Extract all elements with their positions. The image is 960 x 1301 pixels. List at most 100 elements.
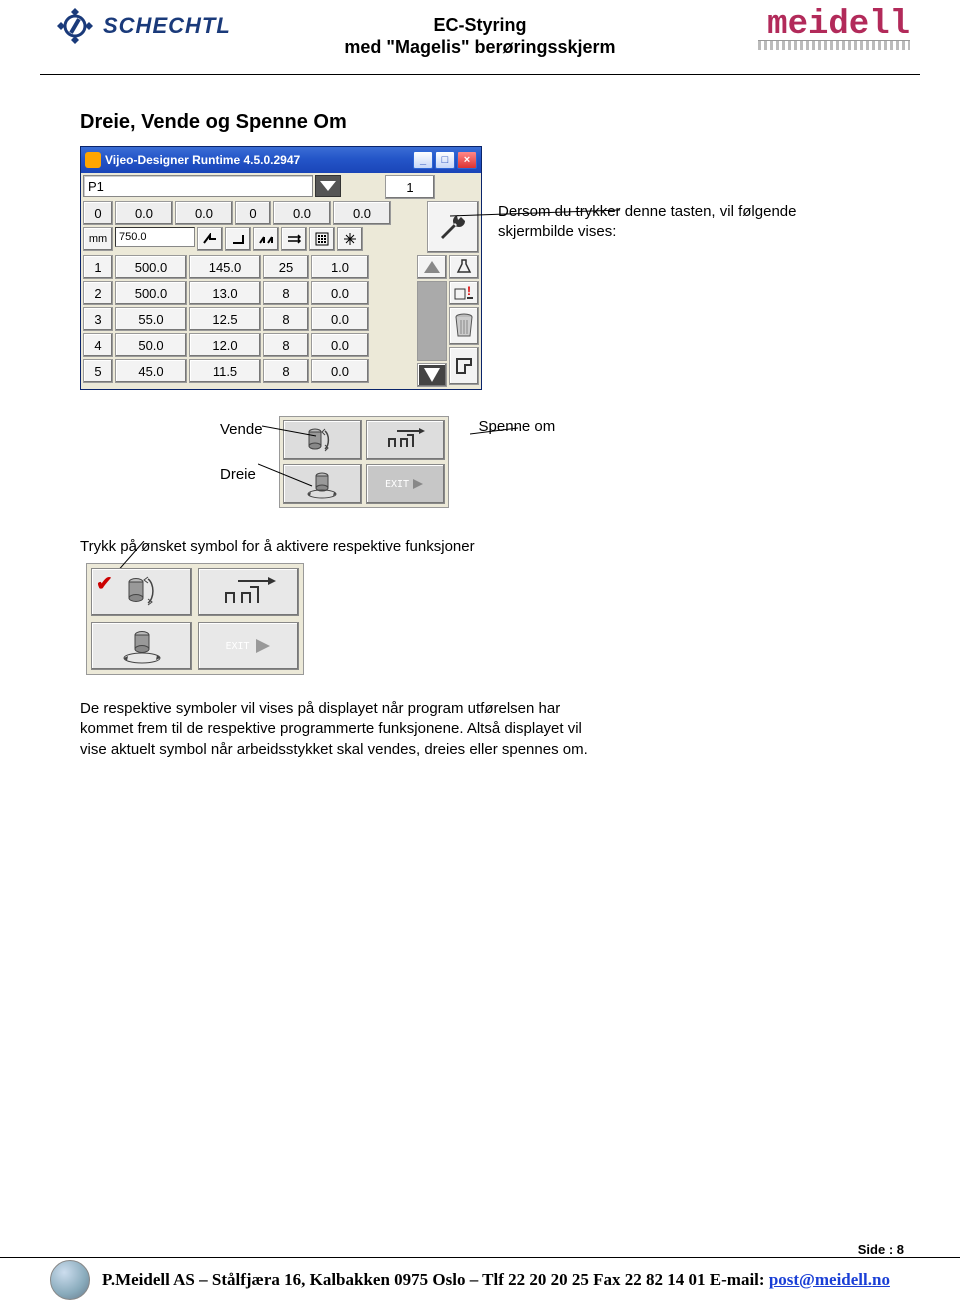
alert-icon: ! xyxy=(453,285,475,301)
hdr-cell: 0.0 xyxy=(175,201,233,225)
tool-btn[interactable] xyxy=(281,227,307,251)
data-cell[interactable]: 55.0 xyxy=(115,307,187,331)
step-arrow-icon xyxy=(385,427,425,453)
close-button[interactable]: × xyxy=(457,151,477,169)
data-cell[interactable]: 12.5 xyxy=(189,307,261,331)
spenne-label: Spenne om xyxy=(479,418,556,435)
dreie-button-large[interactable] xyxy=(91,622,192,670)
titlebar: Vijeo-Designer Runtime 4.5.0.2947 _ □ × xyxy=(81,147,481,173)
exit-arrow-icon xyxy=(411,477,425,491)
hdr-cell: 0 xyxy=(235,201,271,225)
vende-button[interactable] xyxy=(283,420,362,460)
data-cell[interactable]: 8 xyxy=(263,333,309,357)
spenne-button[interactable] xyxy=(366,420,445,460)
dreie-button[interactable] xyxy=(283,464,362,504)
tool-btn[interactable] xyxy=(225,227,251,251)
mm-input[interactable]: 750.0 xyxy=(115,227,195,247)
hdr-cell: 0.0 xyxy=(115,201,173,225)
data-cell[interactable]: 0.0 xyxy=(311,307,369,331)
data-cell[interactable]: 45.0 xyxy=(115,359,187,383)
data-cell[interactable]: 8 xyxy=(263,359,309,383)
footer-text: P.Meidell AS – Stålfjæra 16, Kalbakken 0… xyxy=(102,1270,890,1290)
angle-icon xyxy=(231,233,245,245)
data-cell[interactable]: 50.0 xyxy=(115,333,187,357)
titlebar-text: Vijeo-Designer Runtime 4.5.0.2947 xyxy=(105,153,411,167)
data-cell[interactable]: 500.0 xyxy=(115,255,187,279)
minimize-button[interactable]: _ xyxy=(413,151,433,169)
program-name-value: P1 xyxy=(88,179,104,194)
vende-button-large[interactable]: ✔ xyxy=(91,568,192,616)
wrench-button[interactable] xyxy=(427,201,479,253)
data-cell[interactable]: 0.0 xyxy=(311,281,369,305)
right-brand-text: meidell xyxy=(767,6,910,44)
content-area: Dreie, Vende og Spenne Om Vijeo-Designer… xyxy=(0,75,960,760)
side-icon-trash[interactable] xyxy=(449,307,479,345)
side-icon-alert[interactable]: ! xyxy=(449,281,479,305)
data-cell[interactable]: 0.0 xyxy=(311,359,369,383)
app-icon xyxy=(85,152,101,168)
vende-label: Vende xyxy=(220,416,263,443)
program-name-input[interactable]: P1 xyxy=(83,175,313,197)
mm-label: mm xyxy=(83,227,113,251)
tool-btn[interactable] xyxy=(309,227,335,251)
row-num: 4 xyxy=(83,333,113,357)
trash-icon xyxy=(453,312,475,340)
exit-label: EXIT xyxy=(225,641,249,652)
scroll-down[interactable] xyxy=(417,363,447,387)
data-cell[interactable]: 500.0 xyxy=(115,281,187,305)
counter-value: 1 xyxy=(406,180,413,195)
section-heading: Dreie, Vende og Spenne Om xyxy=(80,111,880,134)
counter-display: 1 xyxy=(385,175,435,199)
calculator-icon xyxy=(315,232,329,246)
tool-btn[interactable] xyxy=(253,227,279,251)
dreie-label: Dreie xyxy=(220,461,263,488)
scroll-up[interactable] xyxy=(417,255,447,279)
dropdown-toggle[interactable] xyxy=(315,175,341,197)
page-header: SCHECHTL EC-Styring med "Magelis" berøri… xyxy=(40,0,920,75)
row-num: 5 xyxy=(83,359,113,383)
spenne-button-large[interactable] xyxy=(198,568,299,616)
wrench-icon xyxy=(435,209,471,245)
data-cell[interactable]: 11.5 xyxy=(189,359,261,383)
cylinder-rotate-icon xyxy=(119,626,165,666)
data-cell[interactable]: 13.0 xyxy=(189,281,261,305)
hdr-cell: 0.0 xyxy=(333,201,391,225)
mm-value: 750.0 xyxy=(119,231,147,243)
checkmark-icon: ✔ xyxy=(96,571,113,596)
step-arrow-icon xyxy=(222,575,276,609)
row-num: 2 xyxy=(83,281,113,305)
exit-arrow-icon xyxy=(254,637,272,655)
footer-email-link[interactable]: post@meidell.no xyxy=(769,1270,890,1289)
side-icon-flask[interactable] xyxy=(449,255,479,279)
shape-icon xyxy=(453,355,475,377)
tool-btn[interactable] xyxy=(337,227,363,251)
chevron-down-icon xyxy=(320,181,336,191)
data-cell[interactable]: 8 xyxy=(263,307,309,331)
hdr-cell: 0.0 xyxy=(273,201,331,225)
exit-label: EXIT xyxy=(385,479,409,490)
mgf-emblem-icon xyxy=(50,1260,90,1300)
maximize-button[interactable]: □ xyxy=(435,151,455,169)
data-cell[interactable]: 8 xyxy=(263,281,309,305)
data-cell[interactable]: 25 xyxy=(263,255,309,279)
exit-button-large[interactable]: EXIT xyxy=(198,622,299,670)
data-cell[interactable]: 1.0 xyxy=(311,255,369,279)
data-cell[interactable]: 0.0 xyxy=(311,333,369,357)
window-body: P1 1 0 0.0 0.0 0 0.0 0.0 xyxy=(81,173,481,389)
tool-btn[interactable] xyxy=(197,227,223,251)
data-cell[interactable]: 145.0 xyxy=(189,255,261,279)
star-icon xyxy=(343,232,357,246)
scrollbar-track[interactable] xyxy=(417,281,447,361)
symbol-dialog-large: ✔ EXIT xyxy=(86,563,304,675)
cylinder-rotate-icon xyxy=(305,469,339,499)
page-footer: P.Meidell AS – Stålfjæra 16, Kalbakken 0… xyxy=(0,1257,960,1301)
mid-labels: Vende Dreie xyxy=(220,416,263,488)
row-num: 1 xyxy=(83,255,113,279)
svg-text:!: ! xyxy=(467,285,471,298)
flask-icon xyxy=(455,258,473,276)
row-num: 3 xyxy=(83,307,113,331)
trykk-instruction: Trykk på ønsket symbol for å aktivere re… xyxy=(80,538,880,555)
exit-button[interactable]: EXIT xyxy=(366,464,445,504)
data-cell[interactable]: 12.0 xyxy=(189,333,261,357)
side-icon-shape[interactable] xyxy=(449,347,479,385)
